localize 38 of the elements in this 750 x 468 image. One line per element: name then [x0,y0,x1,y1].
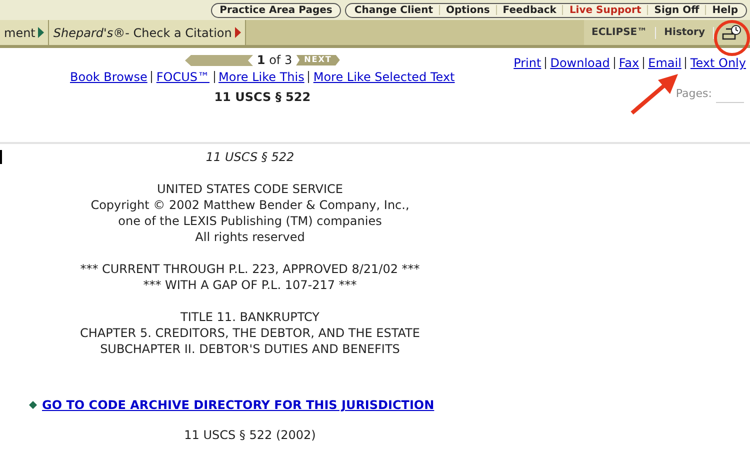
document-heading: 11 USCS § 522 [206,149,294,165]
page-indicator: 1 of 3 [256,52,292,69]
top-link[interactable]: Feedback [502,2,556,18]
document-line: UNITED STATES CODE SERVICE [157,181,343,197]
document-line: *** CURRENT THROUGH P.L. 223, APPROVED 8/21/02 *** [80,261,420,277]
archive-link[interactable]: GO TO CODE ARCHIVE DIRECTORY FOR THIS JURISDICTION [42,397,434,413]
annotation-circle [713,19,750,57]
document-line: one of the LEXIS Publishing (TM) companies [118,213,382,229]
nav-tab[interactable]: ment [0,20,48,45]
document-line: All rights reserved [195,229,305,245]
action-link[interactable]: Download [550,54,610,72]
pages-label: Pages: [676,86,712,102]
top-link[interactable]: Help [712,2,738,18]
nav-link[interactable]: FOCUS™ [156,68,210,86]
document-line: TITLE 11. BANKRUPTCY [180,309,320,325]
citation-text: 11 USCS § 522 (2002) [184,427,316,443]
nav-link[interactable]: More Like This [218,68,304,86]
nav-link[interactable]: More Like Selected Text [313,68,455,86]
top-link[interactable]: Live Support [569,2,642,18]
action-link[interactable]: Email [648,54,682,72]
action-link[interactable]: Text Only [690,54,746,72]
top-link[interactable]: Sign Off [654,2,700,18]
nav-tab[interactable]: ECLIPSE™ [592,25,648,40]
nav-tab[interactable]: History [664,25,705,40]
nav-link[interactable]: Book Browse [70,68,148,86]
top-link[interactable]: Practice Area Pages [220,2,332,18]
top-link[interactable]: Options [446,2,490,18]
document-title: 11 USCS § 522 [214,89,311,106]
nav-tab[interactable]: Shepard's®- Check a Citation [48,20,245,45]
action-link[interactable]: Print [514,54,542,72]
document-line: SUBCHAPTER II. DEBTOR'S DUTIES AND BENEFITS [100,341,400,357]
diamond-icon [29,401,37,409]
document-line: Copyright © 2002 Matthew Bender & Company, Inc., [90,197,410,213]
action-link[interactable]: Fax [618,54,640,72]
document-line: CHAPTER 5. CREDITORS, THE DEBTOR, AND THE ESTATE [80,325,420,341]
document-line: *** WITH A GAP OF P.L. 107-217 *** [143,277,357,293]
top-link[interactable]: Change Client [354,2,433,18]
printer-clock-icon[interactable] [722,24,742,40]
